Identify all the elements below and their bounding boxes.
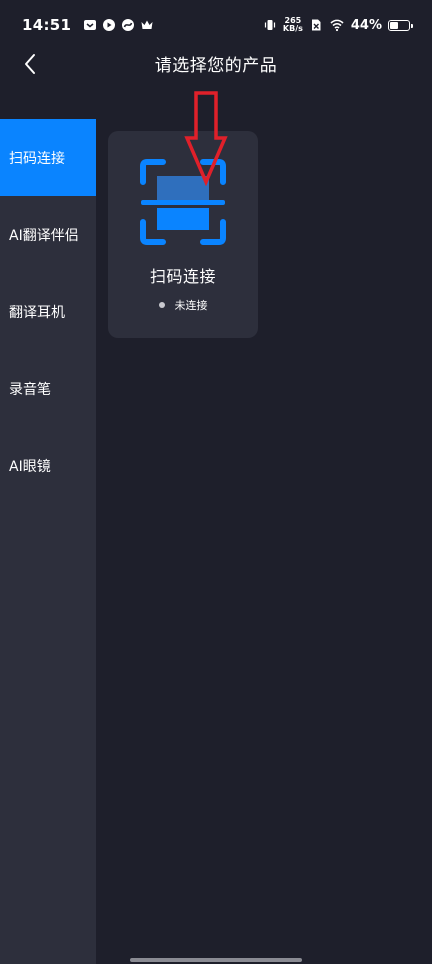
sidebar-item-label: AI眼镜 bbox=[9, 458, 51, 475]
product-card-scan-connect[interactable]: 扫码连接 未连接 bbox=[108, 131, 258, 338]
sidebar-item-label: 录音笔 bbox=[9, 381, 51, 398]
chevron-left-icon bbox=[25, 54, 35, 74]
sidebar-item-label: 扫码连接 bbox=[9, 150, 65, 167]
connection-status: 未连接 bbox=[158, 297, 208, 313]
status-bar: 14:51 265 KB/s 44% bbox=[0, 0, 432, 50]
play-notification-icon bbox=[103, 19, 116, 31]
status-bar-right: 265 KB/s 44% bbox=[263, 17, 413, 33]
arrow-down-icon bbox=[184, 91, 228, 186]
battery-icon bbox=[388, 19, 413, 31]
sidebar-item-ai-glasses[interactable]: AI眼镜 bbox=[0, 427, 96, 504]
app-screen: 14:51 265 KB/s 44% 请选择您的产品 扫码连接 AI翻译伴侣 翻… bbox=[0, 0, 432, 964]
sidebar-item-label: 翻译耳机 bbox=[9, 304, 65, 321]
page-title: 请选择您的产品 bbox=[154, 55, 278, 76]
no-sim-icon bbox=[311, 19, 321, 31]
status-dot-icon bbox=[158, 302, 165, 308]
network-speed-unit: KB/s bbox=[282, 24, 303, 33]
network-speed: 265 KB/s bbox=[283, 17, 303, 33]
crown-notification-icon bbox=[141, 20, 153, 29]
wifi-icon bbox=[330, 19, 344, 32]
connection-status-label: 未连接 bbox=[174, 299, 208, 312]
sidebar-item-translation-earbuds[interactable]: 翻译耳机 bbox=[0, 273, 96, 350]
product-card-title: 扫码连接 bbox=[149, 267, 216, 286]
battery-percent: 44% bbox=[350, 17, 382, 33]
vibrate-icon bbox=[264, 20, 275, 30]
sidebar-item-ai-translator[interactable]: AI翻译伴侣 bbox=[0, 196, 96, 273]
swirl-notification-icon bbox=[122, 19, 135, 31]
back-button[interactable] bbox=[14, 48, 46, 80]
sidebar-item-voice-recorder[interactable]: 录音笔 bbox=[0, 350, 96, 427]
page-header: 请选择您的产品 bbox=[0, 44, 432, 82]
chat-notification-icon bbox=[84, 20, 97, 30]
sidebar-item-label: AI翻译伴侣 bbox=[9, 227, 79, 244]
category-sidebar: 扫码连接 AI翻译伴侣 翻译耳机 录音笔 AI眼镜 bbox=[0, 119, 96, 964]
home-indicator[interactable] bbox=[130, 958, 302, 962]
battery-level-fill bbox=[390, 21, 398, 29]
clock: 14:51 bbox=[22, 16, 72, 34]
notification-icons bbox=[83, 18, 154, 32]
sidebar-item-scan-connect[interactable]: 扫码连接 bbox=[0, 119, 96, 196]
status-bar-left: 14:51 bbox=[22, 16, 154, 34]
